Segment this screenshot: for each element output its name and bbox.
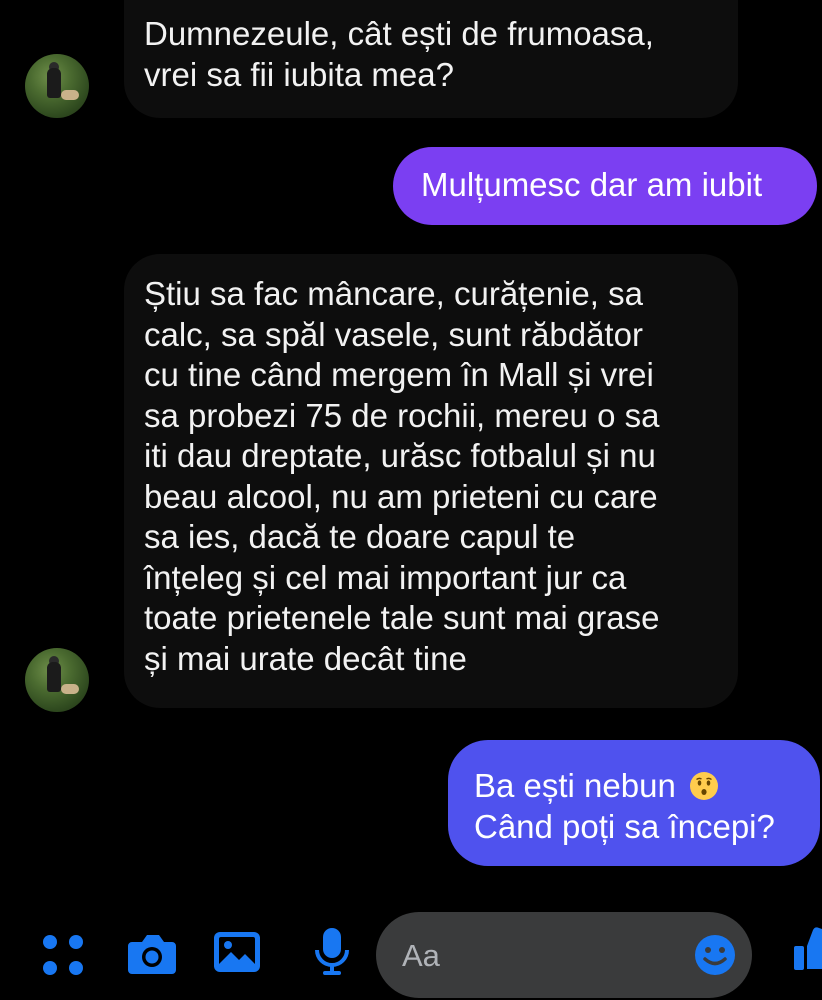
avatar-photo-figure xyxy=(47,662,61,692)
incoming-message[interactable]: Știu sa fac mâncare, curățenie, sa calc,… xyxy=(124,254,738,708)
message-line: sa ies, dacă te doare capul te xyxy=(144,518,576,555)
avatar-photo-dog xyxy=(61,684,79,694)
emoji-icon[interactable] xyxy=(694,934,736,976)
message-text: Ba ești nebun xyxy=(474,767,676,804)
message-line: sa probezi 75 de rochii, mereu o sa xyxy=(144,396,660,434)
microphone-icon[interactable] xyxy=(312,926,352,980)
outgoing-message[interactable]: Mulțumesc dar am iubit xyxy=(393,147,817,225)
thumbs-up-icon[interactable] xyxy=(792,924,822,974)
contact-avatar[interactable] xyxy=(25,54,89,118)
avatar-photo-figure xyxy=(47,68,61,98)
message-line: Ba ești nebun xyxy=(474,766,820,807)
message-line: cu tine când mergem în Mall și vrei xyxy=(144,356,654,393)
message-line: Când poți sa începi? xyxy=(474,807,775,845)
message-line: înțeleg și cel mai important jur ca xyxy=(144,558,627,596)
image-icon[interactable] xyxy=(212,930,262,974)
message-line: iti dau dreptate, urăsc fotbalul și nu xyxy=(144,437,656,474)
message-line: și mai urate decât tine xyxy=(144,639,467,677)
message-composer[interactable] xyxy=(376,912,752,998)
message-line: calc, sa spăl vasele, sunt răbdător xyxy=(144,315,643,353)
avatar-photo-dog xyxy=(61,90,79,100)
message-line: vrei sa fii iubita mea? xyxy=(144,55,454,93)
message-line: Știu sa fac mâncare, curățenie, sa xyxy=(144,275,643,312)
hushed-face-emoji xyxy=(690,772,718,800)
outgoing-message[interactable]: Ba ești nebun Când poți sa începi? xyxy=(448,740,820,866)
incoming-message[interactable]: Dumnezeule, cât ești de frumoasa, vrei s… xyxy=(124,0,738,118)
camera-icon[interactable] xyxy=(126,930,178,976)
message-input[interactable] xyxy=(400,934,684,978)
message-text: Mulțumesc dar am iubit xyxy=(421,166,763,203)
menu-dots-icon[interactable] xyxy=(42,934,84,976)
contact-avatar[interactable] xyxy=(25,648,89,712)
message-line: toate prietenele tale sunt mai grase xyxy=(144,599,660,636)
message-line: Dumnezeule, cât ești de frumoasa, xyxy=(144,15,654,52)
message-line: beau alcool, nu am prieteni cu care xyxy=(144,477,658,515)
